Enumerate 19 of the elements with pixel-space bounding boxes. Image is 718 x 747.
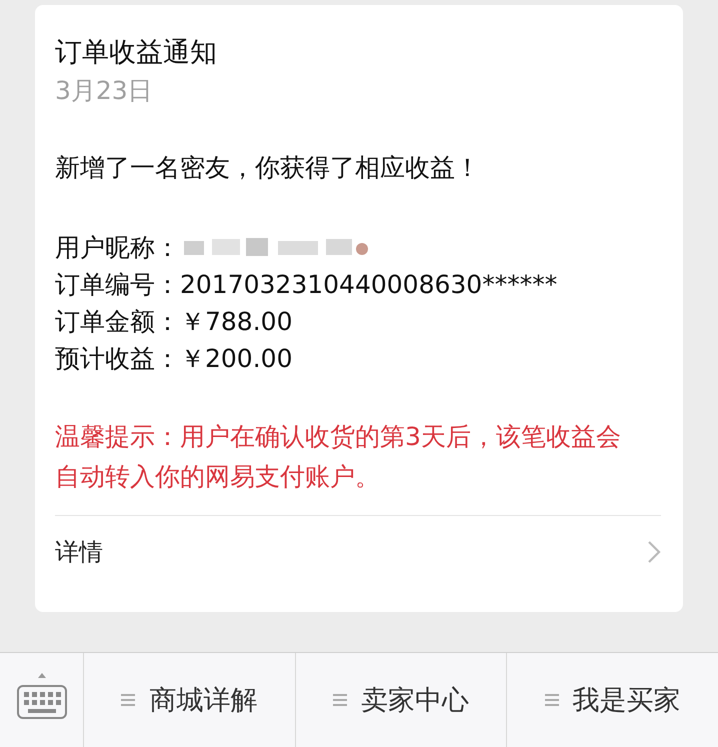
menu-item[interactable]: 我是买家 xyxy=(507,653,718,747)
details-link[interactable]: 详情 xyxy=(55,515,661,576)
menu-icon xyxy=(333,694,347,706)
chevron-right-icon xyxy=(647,540,661,564)
field-value: 2017032310440008630****** xyxy=(180,269,558,301)
message-headline: 新增了一名密友，你获得了相应收益！ xyxy=(55,152,481,184)
menu-icon xyxy=(544,694,559,706)
field-label: 用户昵称： xyxy=(55,232,180,264)
notice-text: 温馨提示：用户在确认收货的第3天后，该笔收益会自动转入你的网易支付账户。 xyxy=(55,421,622,493)
field-value: ￥788.00 xyxy=(180,306,292,338)
menu-icon xyxy=(121,694,136,706)
field-label: 预计收益： xyxy=(55,343,180,375)
menu-item[interactable]: 商城详解 xyxy=(84,653,296,747)
message-title: 订单收益通知 xyxy=(55,36,218,70)
message-date: 3月23日 xyxy=(55,75,154,107)
field-label: 订单编号： xyxy=(55,269,180,301)
menu-item[interactable]: 卖家中心 xyxy=(296,653,508,747)
field-label: 订单金额： xyxy=(55,306,180,338)
field-value: ￥200.00 xyxy=(180,343,292,375)
